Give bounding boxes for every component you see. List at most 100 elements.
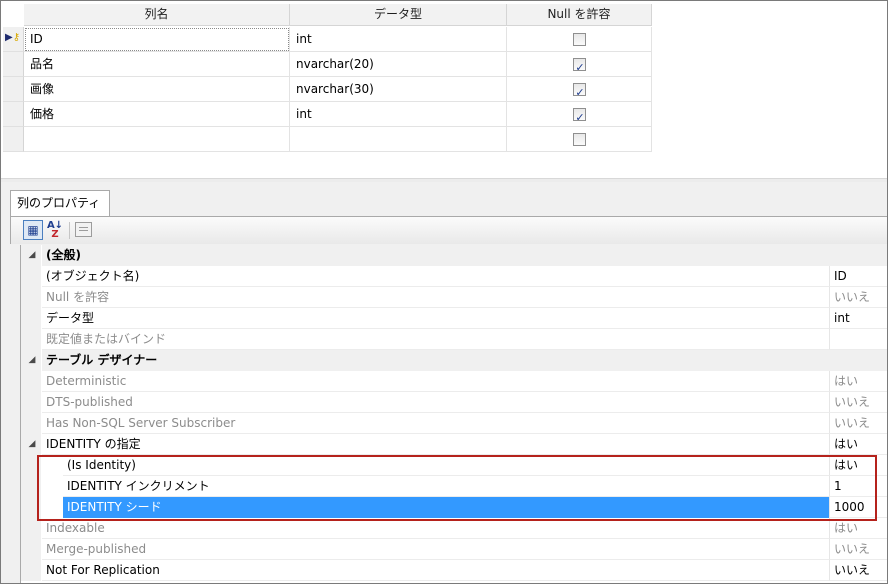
property-category-row[interactable]: ◢ (全般) xyxy=(21,245,887,266)
property-row[interactable]: (オブジェクト名) ID xyxy=(21,266,887,287)
cell-allow-nulls xyxy=(507,127,652,152)
property-name: Has Non-SQL Server Subscriber xyxy=(42,413,829,434)
property-name: Deterministic xyxy=(42,371,829,392)
property-gutter xyxy=(21,371,41,392)
collapse-triangle-icon[interactable]: ◢ xyxy=(26,437,38,451)
property-name: (全般) xyxy=(42,245,829,266)
property-name: IDENTITY インクリメント xyxy=(63,476,829,497)
property-gutter: ◢ xyxy=(21,245,41,266)
cell-allow-nulls: ✓ xyxy=(507,102,652,127)
property-name: DTS-published xyxy=(42,392,829,413)
property-gutter xyxy=(21,392,41,413)
property-value[interactable]: 1 xyxy=(829,476,887,497)
property-value[interactable]: はい xyxy=(829,455,887,476)
cell-data-type[interactable]: int xyxy=(290,102,507,127)
property-name: (Is Identity) xyxy=(63,455,829,476)
property-row[interactable]: 既定値またはバインド xyxy=(21,329,887,350)
row-selector[interactable] xyxy=(3,127,24,152)
property-name: (オブジェクト名) xyxy=(42,266,829,287)
property-row[interactable]: Not For Replication いいえ xyxy=(21,560,887,581)
allow-nulls-checkbox[interactable] xyxy=(573,33,586,46)
property-row[interactable]: (Is Identity) はい xyxy=(21,455,887,476)
properties-toolbar: ▦ A↓ Z xyxy=(10,217,887,244)
property-name: IDENTITY の指定 xyxy=(42,434,829,455)
property-gutter xyxy=(21,308,41,329)
property-row[interactable]: Merge-published いいえ xyxy=(21,539,887,560)
property-name: IDENTITY シード xyxy=(63,497,829,518)
property-value[interactable] xyxy=(829,329,887,350)
property-name: Indexable xyxy=(42,518,829,539)
allow-nulls-checkbox[interactable]: ✓ xyxy=(573,58,586,74)
cell-data-type[interactable] xyxy=(290,127,507,152)
property-pages-icon[interactable] xyxy=(75,222,92,237)
allow-nulls-checkbox[interactable] xyxy=(573,133,586,146)
cell-column-name[interactable]: 品名 xyxy=(24,52,290,77)
cell-column-name[interactable] xyxy=(24,127,290,152)
property-gutter xyxy=(21,413,41,434)
property-value[interactable]: 1000 xyxy=(829,497,887,518)
property-row[interactable]: IDENTITY インクリメント 1 xyxy=(21,476,887,497)
row-selector[interactable]: ▶⚷ xyxy=(3,27,24,52)
allow-nulls-checkbox[interactable]: ✓ xyxy=(573,83,586,99)
tab-column-properties[interactable]: 列のプロパティ xyxy=(10,190,110,217)
property-value[interactable]: はい xyxy=(829,434,887,455)
table-row[interactable]: 品名 nvarchar(20) ✓ xyxy=(1,52,652,77)
allow-nulls-checkbox[interactable]: ✓ xyxy=(573,108,586,124)
property-value[interactable]: はい xyxy=(829,371,887,392)
cell-column-name[interactable]: 画像 xyxy=(24,77,290,102)
column-grid: 列名 データ型 Null を許容 ▶⚷ ID int 品名 nvarchar(20) ✓ 画… xyxy=(1,1,887,179)
property-name: Not For Replication xyxy=(42,560,829,581)
table-row[interactable]: 価格 int ✓ xyxy=(1,102,652,127)
property-gutter: ◢ xyxy=(21,434,41,455)
cell-column-name[interactable]: 価格 xyxy=(24,102,290,127)
categorized-icon[interactable]: ▦ xyxy=(23,220,43,240)
property-row[interactable]: Indexable はい xyxy=(21,518,887,539)
header-allow-nulls[interactable]: Null を許容 xyxy=(507,4,652,26)
table-row[interactable]: 画像 nvarchar(30) ✓ xyxy=(1,77,652,102)
property-row[interactable]: DTS-published いいえ xyxy=(21,392,887,413)
property-gutter xyxy=(21,287,41,308)
property-value[interactable]: いいえ xyxy=(829,287,887,308)
property-row[interactable]: Null を許容 いいえ xyxy=(21,287,887,308)
row-selector[interactable] xyxy=(3,52,24,77)
primary-key-icon: ▶⚷ xyxy=(5,32,21,43)
property-row[interactable]: Deterministic はい xyxy=(21,371,887,392)
property-name: Merge-published xyxy=(42,539,829,560)
header-column-name[interactable]: 列名 xyxy=(24,4,290,26)
row-selector[interactable] xyxy=(3,102,24,127)
property-row[interactable]: Has Non-SQL Server Subscriber いいえ xyxy=(21,413,887,434)
cell-allow-nulls xyxy=(507,27,652,52)
property-name: 既定値またはバインド xyxy=(42,329,829,350)
property-row[interactable]: データ型 int xyxy=(21,308,887,329)
property-gutter xyxy=(21,518,41,539)
property-row[interactable]: IDENTITY シード 1000 xyxy=(21,497,887,518)
collapse-triangle-icon[interactable]: ◢ xyxy=(26,248,38,262)
cell-data-type[interactable]: nvarchar(30) xyxy=(290,77,507,102)
property-gutter xyxy=(21,497,41,518)
alphabetical-sort-icon[interactable]: A↓ Z xyxy=(45,220,65,240)
cell-data-type[interactable]: nvarchar(20) xyxy=(290,52,507,77)
property-value[interactable]: いいえ xyxy=(829,413,887,434)
table-row[interactable] xyxy=(1,127,652,152)
property-value xyxy=(829,245,887,266)
header-data-type[interactable]: データ型 xyxy=(290,4,507,26)
property-value[interactable]: int xyxy=(829,308,887,329)
property-row[interactable]: ◢ IDENTITY の指定 はい xyxy=(21,434,887,455)
property-gutter xyxy=(21,329,41,350)
property-value[interactable]: はい xyxy=(829,518,887,539)
table-designer-window: 列名 データ型 Null を許容 ▶⚷ ID int 品名 nvarchar(20) ✓ 画… xyxy=(0,0,888,584)
row-selector[interactable] xyxy=(3,77,24,102)
cell-data-type[interactable]: int xyxy=(290,27,507,52)
property-gutter xyxy=(21,266,41,287)
property-name: データ型 xyxy=(42,308,829,329)
toolbar-separator xyxy=(69,222,70,239)
collapse-triangle-icon[interactable]: ◢ xyxy=(26,353,38,367)
property-value[interactable]: いいえ xyxy=(829,392,887,413)
table-row[interactable]: ▶⚷ ID int xyxy=(1,27,652,52)
cell-allow-nulls: ✓ xyxy=(507,77,652,102)
cell-column-name[interactable]: ID xyxy=(24,27,290,52)
property-value[interactable]: いいえ xyxy=(829,560,887,581)
property-value[interactable]: ID xyxy=(829,266,887,287)
property-category-row[interactable]: ◢ テーブル デザイナー xyxy=(21,350,887,371)
property-value[interactable]: いいえ xyxy=(829,539,887,560)
